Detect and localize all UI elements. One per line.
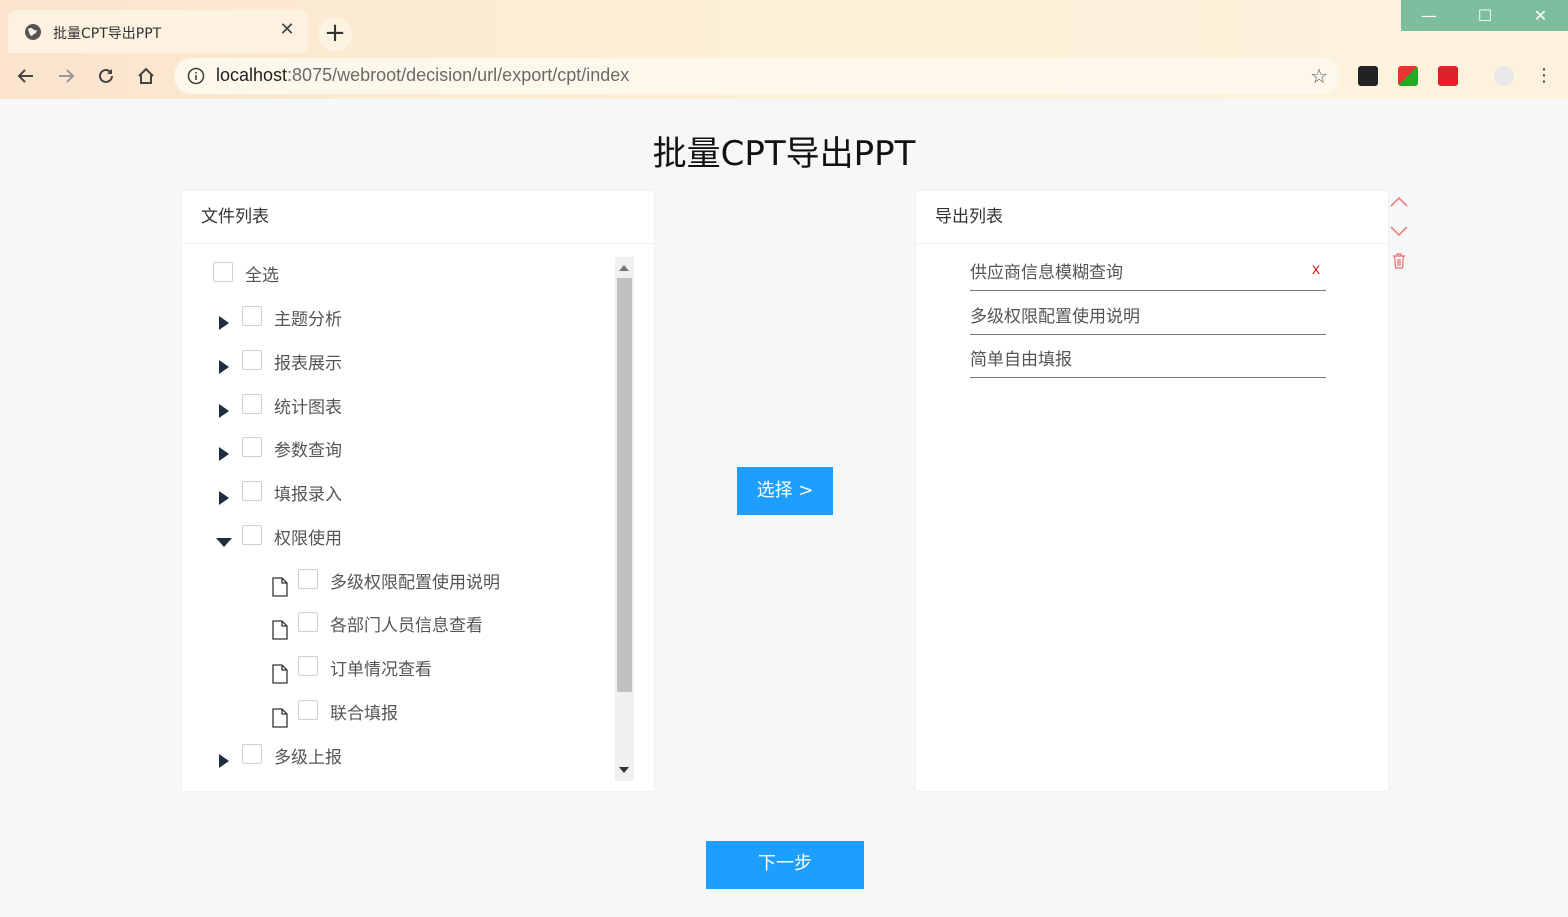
folder-label: 权限使用 <box>274 529 342 549</box>
scroll-up-arrow-icon[interactable] <box>619 265 629 271</box>
tree-folder-row[interactable]: 参数查询 <box>182 432 612 464</box>
folder-checkbox[interactable] <box>242 744 262 764</box>
page-title: 批量CPT导出PPT <box>652 134 916 174</box>
file-icon <box>272 620 288 640</box>
site-info-icon[interactable] <box>187 67 205 85</box>
globe-icon <box>25 24 41 40</box>
file-label: 多级权限配置使用说明 <box>330 573 500 593</box>
tree-file-row[interactable]: 各部门人员信息查看 <box>182 607 612 640</box>
select-button[interactable]: 选择 > <box>737 467 833 515</box>
select-all-row[interactable]: 全选 <box>182 257 612 289</box>
file-list-header: 文件列表 <box>182 191 654 244</box>
tree-file-row[interactable]: 多级权限配置使用说明 <box>182 564 612 597</box>
remove-item-button[interactable]: x <box>1312 261 1320 279</box>
folder-label: 参数查询 <box>274 441 342 461</box>
export-list-panel: 导出列表 供应商信息模糊查询 x 多级权限配置使用说明 简单自由填报 <box>916 191 1388 791</box>
export-list-item[interactable]: 简单自由填报 <box>970 333 1326 378</box>
folder-checkbox[interactable] <box>242 481 262 501</box>
tree-folder-row[interactable]: 主题分析 <box>182 301 612 333</box>
folder-checkbox[interactable] <box>242 394 262 414</box>
browser-menu-icon[interactable]: ⋮ <box>1530 62 1558 90</box>
select-all-label: 全选 <box>245 266 279 286</box>
scrollbar-thumb[interactable] <box>617 278 632 692</box>
reload-icon[interactable] <box>92 62 120 90</box>
folder-label: 统计图表 <box>274 398 342 418</box>
window-minimize-button[interactable]: — <box>1401 0 1457 31</box>
folder-label: 填报录入 <box>274 485 342 505</box>
move-down-icon[interactable] <box>1389 221 1409 241</box>
file-tree: 全选 主题分析 报表展示 统计图表 参数查询 填报录入 权限使用 多级权限配置使… <box>182 257 612 781</box>
tab-close-icon[interactable]: ✕ <box>276 19 298 41</box>
tree-file-row[interactable]: 订单情况查看 <box>182 651 612 684</box>
browser-chrome: 批量CPT导出PPT ✕ + — ☐ ✕ localhost:8075/webr… <box>0 0 1568 99</box>
home-icon[interactable] <box>132 62 160 90</box>
extension-icon-1[interactable] <box>1358 66 1378 86</box>
file-icon <box>272 708 288 728</box>
window-close-button[interactable]: ✕ <box>1513 0 1568 31</box>
expand-caret-icon[interactable] <box>219 491 229 505</box>
move-up-icon[interactable] <box>1389 193 1409 213</box>
folder-label: 主题分析 <box>274 310 342 330</box>
file-label: 联合填报 <box>330 704 398 724</box>
export-list-header: 导出列表 <box>916 191 1388 244</box>
bookmark-star-icon[interactable]: ☆ <box>1310 64 1328 88</box>
tree-folder-row[interactable]: 报表展示 <box>182 345 612 377</box>
scroll-down-arrow-icon[interactable] <box>619 767 629 773</box>
expand-caret-icon[interactable] <box>219 360 229 374</box>
profile-avatar[interactable] <box>1494 66 1514 86</box>
next-step-button[interactable]: 下一步 <box>706 841 864 889</box>
collapse-caret-icon[interactable] <box>216 538 232 547</box>
file-list-panel: 文件列表 全选 主题分析 报表展示 统计图表 参数查询 填报录入 权限使用 多级… <box>182 191 654 791</box>
file-checkbox[interactable] <box>298 700 318 720</box>
file-icon <box>272 577 288 597</box>
address-bar[interactable]: localhost:8075/webroot/decision/url/expo… <box>174 58 1340 94</box>
browser-tab[interactable]: 批量CPT导出PPT ✕ <box>8 10 308 53</box>
folder-checkbox[interactable] <box>242 350 262 370</box>
folder-checkbox[interactable] <box>242 437 262 457</box>
tab-title: 批量CPT导出PPT <box>53 26 162 42</box>
export-item-label: 多级权限配置使用说明 <box>970 307 1140 327</box>
expand-caret-icon[interactable] <box>219 404 229 418</box>
file-checkbox[interactable] <box>298 569 318 589</box>
folder-label: 报表展示 <box>274 354 342 374</box>
extension-icon-2[interactable] <box>1398 66 1418 86</box>
tree-folder-row[interactable]: 多级上报 <box>182 739 612 771</box>
forward-arrow-icon[interactable] <box>52 62 80 90</box>
tree-file-row[interactable]: 联合填报 <box>182 695 612 728</box>
folder-label: 多级上报 <box>274 748 342 768</box>
expand-caret-icon[interactable] <box>219 316 229 330</box>
file-checkbox[interactable] <box>298 612 318 632</box>
file-label: 各部门人员信息查看 <box>330 616 483 636</box>
folder-checkbox[interactable] <box>242 525 262 545</box>
tree-folder-row[interactable]: 权限使用 <box>182 520 612 552</box>
export-item-label: 供应商信息模糊查询 <box>970 263 1123 283</box>
folder-checkbox[interactable] <box>242 306 262 326</box>
file-icon <box>272 664 288 684</box>
export-list-item[interactable]: 供应商信息模糊查询 x <box>970 246 1326 291</box>
new-tab-button[interactable]: + <box>318 17 352 51</box>
file-label: 订单情况查看 <box>330 660 432 680</box>
window-maximize-button[interactable]: ☐ <box>1457 0 1513 31</box>
export-list-item[interactable]: 多级权限配置使用说明 <box>970 290 1326 335</box>
tree-folder-row[interactable]: 填报录入 <box>182 476 612 508</box>
tree-folder-row[interactable]: 统计图表 <box>182 389 612 421</box>
delete-trash-icon[interactable] <box>1389 251 1409 271</box>
url-text: localhost:8075/webroot/decision/url/expo… <box>216 65 630 85</box>
export-item-label: 简单自由填报 <box>970 350 1072 370</box>
expand-caret-icon[interactable] <box>219 447 229 461</box>
expand-caret-icon[interactable] <box>219 754 229 768</box>
back-arrow-icon[interactable] <box>12 62 40 90</box>
tree-scrollbar[interactable] <box>615 257 634 781</box>
extension-icon-3[interactable] <box>1438 66 1458 86</box>
file-checkbox[interactable] <box>298 656 318 676</box>
select-all-checkbox[interactable] <box>213 262 233 282</box>
